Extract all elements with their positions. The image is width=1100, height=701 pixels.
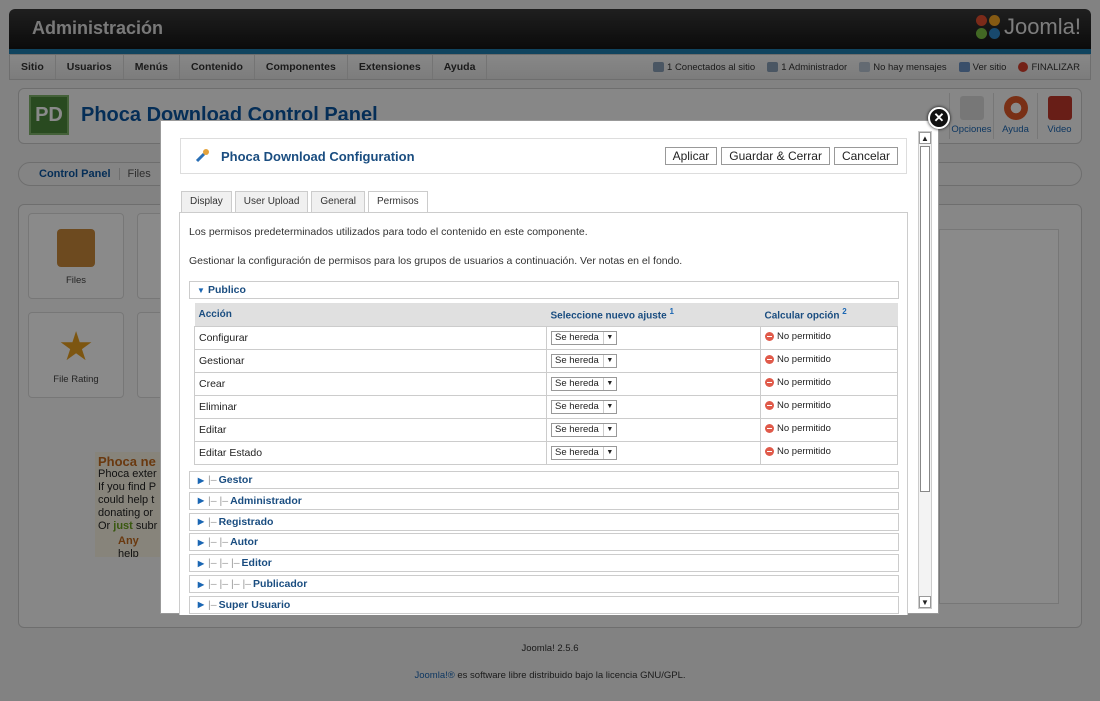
triangle-right-icon: ▶	[197, 600, 205, 610]
wrench-icon	[195, 148, 211, 164]
setting-select[interactable]: Se hereda ▼	[551, 422, 617, 437]
setting-cell: Se hereda ▼	[546, 440, 761, 465]
modal-content: Phoca Download Configuration Aplicar Gua…	[161, 121, 919, 615]
triangle-right-icon: ▶	[197, 558, 205, 568]
tab-general[interactable]: General	[311, 191, 365, 212]
close-icon: ✕	[933, 110, 945, 125]
chevron-down-icon: ▼	[602, 423, 616, 436]
calc-cell: No permitido	[760, 325, 898, 350]
scroll-up-icon[interactable]: ▲	[919, 132, 931, 144]
calc-cell: No permitido	[760, 440, 898, 465]
group-gestor[interactable]: ▶ |– Gestor	[189, 471, 899, 489]
triangle-right-icon: ▶	[197, 579, 205, 589]
group-registrado[interactable]: ▶ |– Registrado	[189, 512, 899, 531]
group-super-usuario[interactable]: ▶ |– Super Usuario	[189, 595, 899, 614]
table-row: Editar Estado Se hereda ▼ No permitido	[194, 440, 898, 465]
chevron-down-icon: ▼	[602, 331, 616, 344]
scroll-thumb[interactable]	[920, 146, 930, 492]
triangle-right-icon: ▶	[197, 475, 205, 485]
tab-display[interactable]: Display	[181, 191, 232, 212]
triangle-right-icon: ▶	[197, 496, 205, 506]
setting-cell: Se hereda ▼	[546, 417, 761, 442]
table-row: Editar Se hereda ▼ No permitido	[194, 417, 898, 442]
table-row: Gestionar Se hereda ▼ No permitido	[194, 348, 898, 373]
setting-select[interactable]: Se hereda ▼	[551, 353, 617, 368]
setting-select[interactable]: Se hereda ▼	[551, 399, 617, 414]
triangle-down-icon: ▼	[197, 285, 205, 295]
calc-cell: No permitido	[760, 371, 898, 396]
action-cell: Editar Estado	[194, 440, 547, 465]
triangle-right-icon: ▶	[197, 537, 205, 547]
not-allowed-icon	[765, 401, 774, 410]
action-cell: Gestionar	[194, 348, 547, 373]
apply-button[interactable]: Aplicar	[664, 147, 718, 165]
group-publico[interactable]: ▼ Publico	[189, 281, 899, 299]
not-allowed-icon	[765, 355, 774, 364]
setting-select[interactable]: Se hereda ▼	[551, 330, 617, 345]
chevron-down-icon: ▼	[602, 446, 616, 459]
setting-select[interactable]: Se hereda ▼	[551, 445, 617, 460]
scroll-down-icon[interactable]: ▼	[919, 596, 931, 608]
setting-cell: Se hereda ▼	[546, 348, 761, 373]
calc-cell: No permitido	[760, 417, 898, 442]
header-calc: Calcular opción 2	[760, 303, 898, 326]
table-row: Eliminar Se hereda ▼ No permitido	[194, 394, 898, 419]
table-row: Crear Se hereda ▼ No permitido	[194, 371, 898, 396]
modal-title: Phoca Download Configuration	[221, 148, 415, 164]
action-cell: Eliminar	[194, 394, 547, 419]
tab-permisos[interactable]: Permisos	[367, 191, 428, 213]
calc-cell: No permitido	[760, 394, 898, 419]
chevron-down-icon: ▼	[602, 400, 616, 413]
permissions-instructions: Gestionar la configuración de permisos p…	[189, 255, 683, 267]
table-row: Configurar Se hereda ▼ No permitido	[194, 325, 898, 350]
not-allowed-icon	[765, 424, 774, 433]
cancel-button[interactable]: Cancelar	[833, 147, 898, 165]
group-autor[interactable]: ▶ |– |– Autor	[189, 533, 899, 552]
config-tabs: Display User Upload General Permisos	[181, 191, 428, 213]
permissions-table: Acción Seleccione nuevo ajuste 1 Calcula…	[194, 303, 898, 465]
modal-scrollbar[interactable]: ▲ ▼	[918, 131, 932, 609]
calc-cell: No permitido	[760, 348, 898, 373]
not-allowed-icon	[765, 378, 774, 387]
setting-cell: Se hereda ▼	[546, 394, 761, 419]
group-publicador[interactable]: ▶ |– |– |– |– Publicador	[189, 575, 899, 593]
save-close-button[interactable]: Guardar & Cerrar	[721, 147, 830, 165]
chevron-down-icon: ▼	[602, 354, 616, 367]
setting-select[interactable]: Se hereda ▼	[551, 376, 617, 391]
configuration-modal: Phoca Download Configuration Aplicar Gua…	[160, 120, 939, 615]
group-editor[interactable]: ▶ |– |– |– Editor	[189, 554, 899, 573]
permissions-intro: Los permisos predeterminados utilizados …	[189, 226, 588, 238]
chevron-down-icon: ▼	[602, 377, 616, 390]
action-cell: Editar	[194, 417, 547, 442]
header-select: Seleccione nuevo ajuste 1	[546, 303, 761, 326]
setting-cell: Se hereda ▼	[546, 371, 761, 396]
not-allowed-icon	[765, 447, 774, 456]
permissions-panel: Los permisos predeterminados utilizados …	[179, 212, 908, 615]
action-cell: Crear	[194, 371, 547, 396]
group-administrador[interactable]: ▶ |– |– Administrador	[189, 491, 899, 510]
not-allowed-icon	[765, 332, 774, 341]
modal-close-button[interactable]: ✕	[928, 107, 950, 129]
header-action: Acción	[194, 303, 547, 326]
modal-toolbar: Phoca Download Configuration Aplicar Gua…	[180, 138, 907, 174]
triangle-right-icon: ▶	[197, 517, 205, 527]
action-cell: Configurar	[194, 325, 547, 350]
tab-user-upload[interactable]: User Upload	[234, 191, 309, 212]
setting-cell: Se hereda ▼	[546, 325, 761, 350]
